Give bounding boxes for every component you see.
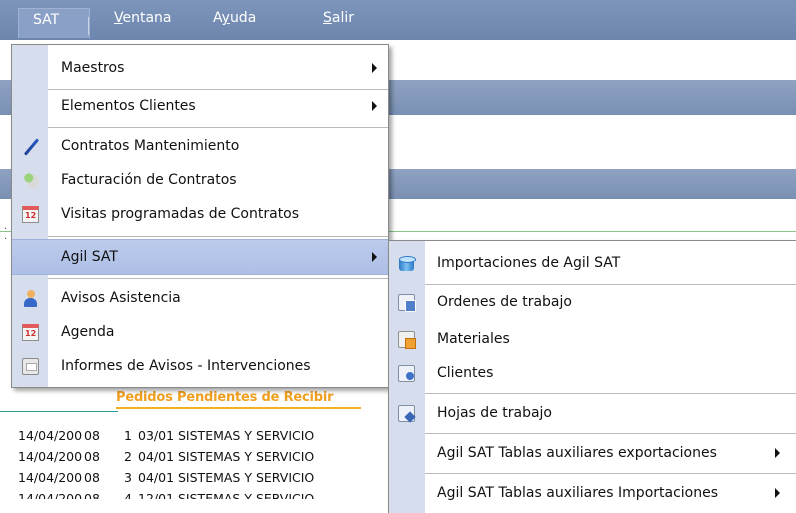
- menu-item-label: Facturación de Contratos: [61, 172, 237, 188]
- cell-number: 4: [124, 491, 132, 499]
- agil-sat-submenu: Importaciones de Agil SAT Ordenes de tra…: [388, 240, 796, 513]
- clients-icon: [398, 364, 415, 382]
- cell-client: 03/01 SISTEMAS Y SERVICIO: [138, 428, 315, 443]
- menu-item-clientes[interactable]: Clientes: [389, 356, 796, 390]
- menu-item-facturacion-contratos[interactable]: Facturación de Contratos: [12, 163, 388, 197]
- submenu-arrow-icon: [372, 63, 377, 73]
- cell-client: 12/01 SISTEMAS Y SERVICIO: [138, 491, 315, 499]
- menu-item-label: Hojas de trabajo: [437, 405, 553, 421]
- menu-item-materiales[interactable]: Materiales: [389, 322, 796, 356]
- menu-sat-label: SAT: [33, 12, 60, 28]
- menu-separator: [425, 473, 796, 474]
- menu-item-label: Agenda: [61, 324, 115, 340]
- cell-year: 08: [84, 449, 100, 464]
- background-marker: · ·: [4, 224, 8, 245]
- menu-item-agil-sat[interactable]: Agil SAT: [12, 239, 388, 275]
- cell-year: 08: [84, 491, 100, 499]
- table-row[interactable]: 14/04/200 08 2 04/01 SISTEMAS Y SERVICIO: [18, 449, 390, 470]
- menu-item-label: Maestros: [61, 60, 125, 76]
- menu-item-agenda[interactable]: Agenda: [12, 315, 388, 349]
- table-row[interactable]: 14/04/200 08 3 04/01 SISTEMAS Y SERVICIO: [18, 470, 390, 491]
- menu-separator: [48, 236, 388, 237]
- menu-ayuda-mnemonic: y: [221, 10, 230, 26]
- cell-client: 04/01 SISTEMAS Y SERVICIO: [138, 470, 315, 485]
- table-row[interactable]: 14/04/200 08 4 12/01 SISTEMAS Y SERVICIO: [18, 491, 390, 499]
- cell-number: 2: [124, 449, 132, 464]
- menu-ayuda[interactable]: Ayuda: [213, 10, 256, 26]
- menu-ventana-rest: entana: [122, 10, 172, 26]
- cell-number: 3: [124, 470, 132, 485]
- menu-item-hojas-trabajo[interactable]: Hojas de trabajo: [389, 395, 796, 431]
- calendar-icon: [22, 323, 39, 341]
- menu-item-label: Avisos Asistencia: [61, 290, 181, 306]
- calendar-icon: [22, 205, 39, 223]
- database-icon: [398, 255, 416, 272]
- menu-ventana-mnemonic: V: [114, 10, 123, 26]
- sat-dropdown-menu: Maestros Elementos Clientes Contratos Ma…: [11, 44, 389, 388]
- menu-item-label: Visitas programadas de Contratos: [61, 206, 300, 222]
- menu-item-label: Contratos Mantenimiento: [61, 138, 240, 154]
- menu-sat[interactable]: SAT: [18, 8, 90, 38]
- menu-item-ordenes-trabajo[interactable]: Ordenes de trabajo: [389, 285, 796, 319]
- submenu-arrow-icon: [372, 101, 377, 111]
- materials-icon: [398, 330, 416, 349]
- menu-item-label: Ordenes de trabajo: [437, 294, 572, 310]
- menu-separator: [48, 127, 388, 128]
- menu-item-label: Informes de Avisos - Intervenciones: [61, 358, 311, 374]
- menu-ventana[interactable]: Ventana: [114, 10, 172, 26]
- submenu-arrow-icon: [775, 488, 780, 498]
- menu-ayuda-pre: A: [213, 10, 222, 26]
- cell-date: 14/04/200: [18, 428, 83, 443]
- menu-item-label: Agil SAT Tablas auxiliares exportaciones: [437, 445, 717, 461]
- menu-item-label: Agil SAT: [61, 249, 118, 265]
- cell-date: 14/04/200: [18, 449, 83, 464]
- menu-salir-rest: alir: [331, 10, 355, 26]
- cell-year: 08: [84, 428, 100, 443]
- menu-item-maestros[interactable]: Maestros: [12, 51, 388, 85]
- submenu-arrow-icon: [775, 448, 780, 458]
- menu-item-label: Agil SAT Tablas auxiliares Importaciones: [437, 485, 719, 501]
- menu-separator: [425, 393, 796, 394]
- menu-separator: [425, 433, 796, 434]
- printer-icon: [22, 357, 39, 375]
- menu-item-label: Elementos Clientes: [61, 98, 196, 114]
- orders-grid: 14/04/200 08 1 03/01 SISTEMAS Y SERVICIO…: [18, 428, 390, 499]
- table-row[interactable]: 14/04/200 08 1 03/01 SISTEMAS Y SERVICIO: [18, 428, 390, 449]
- cell-client: 04/01 SISTEMAS Y SERVICIO: [138, 449, 315, 464]
- menu-item-tablas-aux-exportaciones[interactable]: Agil SAT Tablas auxiliares exportaciones: [389, 436, 796, 470]
- menu-salir[interactable]: Salir: [323, 10, 354, 26]
- menu-item-avisos-asistencia[interactable]: Avisos Asistencia: [12, 281, 388, 315]
- menu-item-elementos-clientes[interactable]: Elementos Clientes: [12, 89, 388, 123]
- people-icon: [22, 171, 39, 189]
- menu-separator: [48, 278, 388, 279]
- worksheet-icon: [398, 404, 415, 422]
- menu-ayuda-rest: uda: [229, 10, 257, 26]
- cell-number: 1: [124, 428, 132, 443]
- menu-item-visitas-programadas[interactable]: Visitas programadas de Contratos: [12, 197, 388, 231]
- person-icon: [22, 289, 39, 307]
- cell-date: 14/04/200: [18, 470, 83, 485]
- submenu-arrow-icon: [372, 252, 377, 262]
- menu-item-label: Importaciones de Agil SAT: [437, 255, 621, 271]
- divider-line: [0, 411, 118, 412]
- menu-salir-mnemonic: S: [323, 10, 332, 26]
- cell-year: 08: [84, 470, 100, 485]
- menu-item-tablas-aux-importaciones[interactable]: Agil SAT Tablas auxiliares Importaciones: [389, 476, 796, 510]
- panel-title: Pedidos Pendientes de Recibir: [116, 390, 361, 409]
- cell-date: 14/04/200: [18, 491, 83, 499]
- document-icon: [398, 293, 416, 312]
- menu-item-informes-avisos[interactable]: Informes de Avisos - Intervenciones: [12, 349, 388, 383]
- menu-item-label: Clientes: [437, 365, 494, 381]
- menu-item-contratos-mantenimiento[interactable]: Contratos Mantenimiento: [12, 129, 388, 163]
- menu-bar: SAT Ventana Ayuda Salir: [0, 0, 796, 40]
- menu-item-importaciones-agil-sat[interactable]: Importaciones de Agil SAT: [389, 245, 796, 281]
- pen-icon: [22, 138, 39, 155]
- menu-item-label: Materiales: [437, 331, 510, 347]
